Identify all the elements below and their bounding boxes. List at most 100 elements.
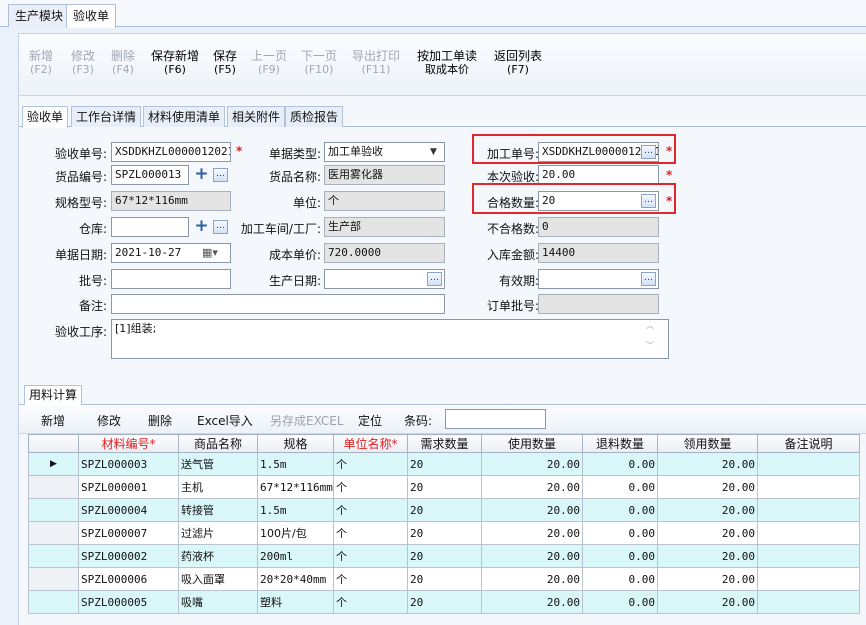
grid-edit-button[interactable]: 修改: [97, 412, 121, 429]
cell-return-qty[interactable]: 0.00: [582, 544, 658, 568]
cell-return-qty[interactable]: 0.00: [582, 452, 658, 476]
tab-workbench[interactable]: 工作台详情: [71, 106, 142, 127]
tab-attachments[interactable]: 相关附件: [227, 106, 286, 127]
delete-button[interactable]: 删除 (F4): [111, 50, 135, 77]
cell-goods-name[interactable]: 药液杯: [178, 544, 258, 568]
this-receipt-field[interactable]: 20.00: [538, 165, 659, 185]
tab-receipt[interactable]: 验收单: [22, 106, 69, 128]
cell-spec[interactable]: 塑料: [257, 590, 334, 614]
col-return-qty[interactable]: 退料数量: [582, 434, 658, 453]
cell-material-code[interactable]: SPZL000007: [78, 521, 179, 545]
col-used-qty[interactable]: 使用数量: [481, 434, 583, 453]
cell-unit[interactable]: 个: [333, 544, 408, 568]
cell-issued-qty[interactable]: 20.00: [657, 521, 758, 545]
tab-material-calc[interactable]: 用料计算: [24, 385, 83, 405]
cell-demand-qty[interactable]: 20: [407, 544, 482, 568]
cell-used-qty[interactable]: 20.00: [481, 521, 583, 545]
tab-qc-report[interactable]: 质检报告: [285, 106, 344, 127]
cell-material-code[interactable]: SPZL000002: [78, 544, 179, 568]
cell-return-qty[interactable]: 0.00: [582, 498, 658, 522]
cell-issued-qty[interactable]: 20.00: [657, 544, 758, 568]
cell-demand-qty[interactable]: 20: [407, 452, 482, 476]
cell-return-qty[interactable]: 0.00: [582, 590, 658, 614]
cell-spec[interactable]: 1.5m: [257, 498, 334, 522]
cell-used-qty[interactable]: 20.00: [481, 498, 583, 522]
cell-return-qty[interactable]: 0.00: [582, 521, 658, 545]
cell-demand-qty[interactable]: 20: [407, 590, 482, 614]
cell-used-qty[interactable]: 20.00: [481, 590, 583, 614]
next-page-button[interactable]: 下一页 (F10): [301, 50, 337, 77]
goods-code-lookup-button[interactable]: …: [213, 168, 228, 182]
locate-button[interactable]: 定位: [358, 412, 382, 429]
read-cost-button[interactable]: 按加工单读 取成本价: [417, 50, 477, 77]
cell-spec[interactable]: 100片/包: [257, 521, 334, 545]
table-row[interactable]: SPZL000002 药液杯 200ml 个 20 20.00 0.00 20.…: [28, 544, 860, 568]
prod-date-lookup-button[interactable]: …: [427, 272, 442, 286]
cell-issued-qty[interactable]: 20.00: [657, 498, 758, 522]
new-button[interactable]: 新增 (F2): [29, 50, 53, 77]
col-unit-name[interactable]: 单位名称*: [333, 434, 408, 453]
return-list-button[interactable]: 返回列表 (F7): [494, 50, 542, 77]
batch-no-field[interactable]: [111, 269, 231, 289]
cell-remark[interactable]: [757, 452, 860, 476]
cell-goods-name[interactable]: 主机: [178, 475, 258, 499]
table-row[interactable]: SPZL000004 转接管 1.5m 个 20 20.00 0.00 20.0…: [28, 498, 860, 522]
plus-icon[interactable]: +: [194, 166, 209, 183]
cell-material-code[interactable]: SPZL000005: [78, 590, 179, 614]
col-issued-qty[interactable]: 领用数量: [657, 434, 758, 453]
grid-add-button[interactable]: 新增: [41, 412, 65, 429]
cell-remark[interactable]: [757, 521, 860, 545]
process-step-textarea[interactable]: [1]组装;: [111, 319, 669, 359]
prev-page-button[interactable]: 上一页 (F9): [251, 50, 287, 77]
cell-material-code[interactable]: SPZL000001: [78, 475, 179, 499]
scrollbar-vertical[interactable]: ︿ ﹀: [646, 321, 654, 351]
goods-code-field[interactable]: SPZL000013: [111, 165, 189, 185]
save-button[interactable]: 保存 (F5): [213, 50, 237, 77]
module-tab-production[interactable]: 生产模块: [8, 4, 71, 27]
cell-material-code[interactable]: SPZL000006: [78, 567, 179, 591]
cell-remark[interactable]: [757, 567, 860, 591]
remark-field[interactable]: [111, 294, 445, 314]
table-row[interactable]: SPZL000005 吸嘴 塑料 个 20 20.00 0.00 20.00: [28, 590, 860, 614]
col-remark[interactable]: 备注说明: [757, 434, 860, 453]
col-goods-name[interactable]: 商品名称: [178, 434, 258, 453]
edit-button[interactable]: 修改 (F3): [71, 50, 95, 77]
table-row[interactable]: SPZL000007 过滤片 100片/包 个 20 20.00 0.00 20…: [28, 521, 860, 545]
table-row[interactable]: ▶ SPZL000003 送气管 1.5m 个 20 20.00 0.00 20…: [28, 452, 860, 476]
cell-unit[interactable]: 个: [333, 521, 408, 545]
save-excel-button[interactable]: 另存成EXCEL: [270, 412, 344, 429]
cell-unit[interactable]: 个: [333, 498, 408, 522]
grid-delete-button[interactable]: 删除: [148, 412, 172, 429]
cell-remark[interactable]: [757, 544, 860, 568]
cell-goods-name[interactable]: 送气管: [178, 452, 258, 476]
cell-spec[interactable]: 20*20*40mm: [257, 567, 334, 591]
table-row[interactable]: SPZL000006 吸入面罩 20*20*40mm 个 20 20.00 0.…: [28, 567, 860, 591]
cell-return-qty[interactable]: 0.00: [582, 567, 658, 591]
cell-issued-qty[interactable]: 20.00: [657, 567, 758, 591]
chevron-down-icon[interactable]: ▼: [430, 147, 437, 157]
cell-issued-qty[interactable]: 20.00: [657, 590, 758, 614]
cell-demand-qty[interactable]: 20: [407, 498, 482, 522]
cell-remark[interactable]: [757, 475, 860, 499]
plus-icon[interactable]: +: [194, 218, 209, 235]
module-tab-receipt[interactable]: 验收单: [66, 4, 117, 28]
cell-demand-qty[interactable]: 20: [407, 475, 482, 499]
cell-remark[interactable]: [757, 498, 860, 522]
doc-type-select[interactable]: 加工单验收: [324, 142, 445, 162]
calendar-icon[interactable]: ▦▾: [202, 246, 218, 259]
cell-return-qty[interactable]: 0.00: [582, 475, 658, 499]
cell-goods-name[interactable]: 吸嘴: [178, 590, 258, 614]
cell-issued-qty[interactable]: 20.00: [657, 475, 758, 499]
cell-unit[interactable]: 个: [333, 567, 408, 591]
tab-material-list[interactable]: 材料使用清单: [143, 106, 226, 127]
cell-spec[interactable]: 1.5m: [257, 452, 334, 476]
cell-issued-qty[interactable]: 20.00: [657, 452, 758, 476]
col-spec[interactable]: 规格: [257, 434, 334, 453]
cell-remark[interactable]: [757, 590, 860, 614]
barcode-input[interactable]: [445, 409, 546, 429]
save-new-button[interactable]: 保存新增 (F6): [151, 50, 199, 77]
cell-goods-name[interactable]: 过滤片: [178, 521, 258, 545]
warehouse-field[interactable]: [111, 217, 189, 237]
process-no-lookup-button[interactable]: …: [641, 145, 656, 159]
cell-demand-qty[interactable]: 20: [407, 521, 482, 545]
